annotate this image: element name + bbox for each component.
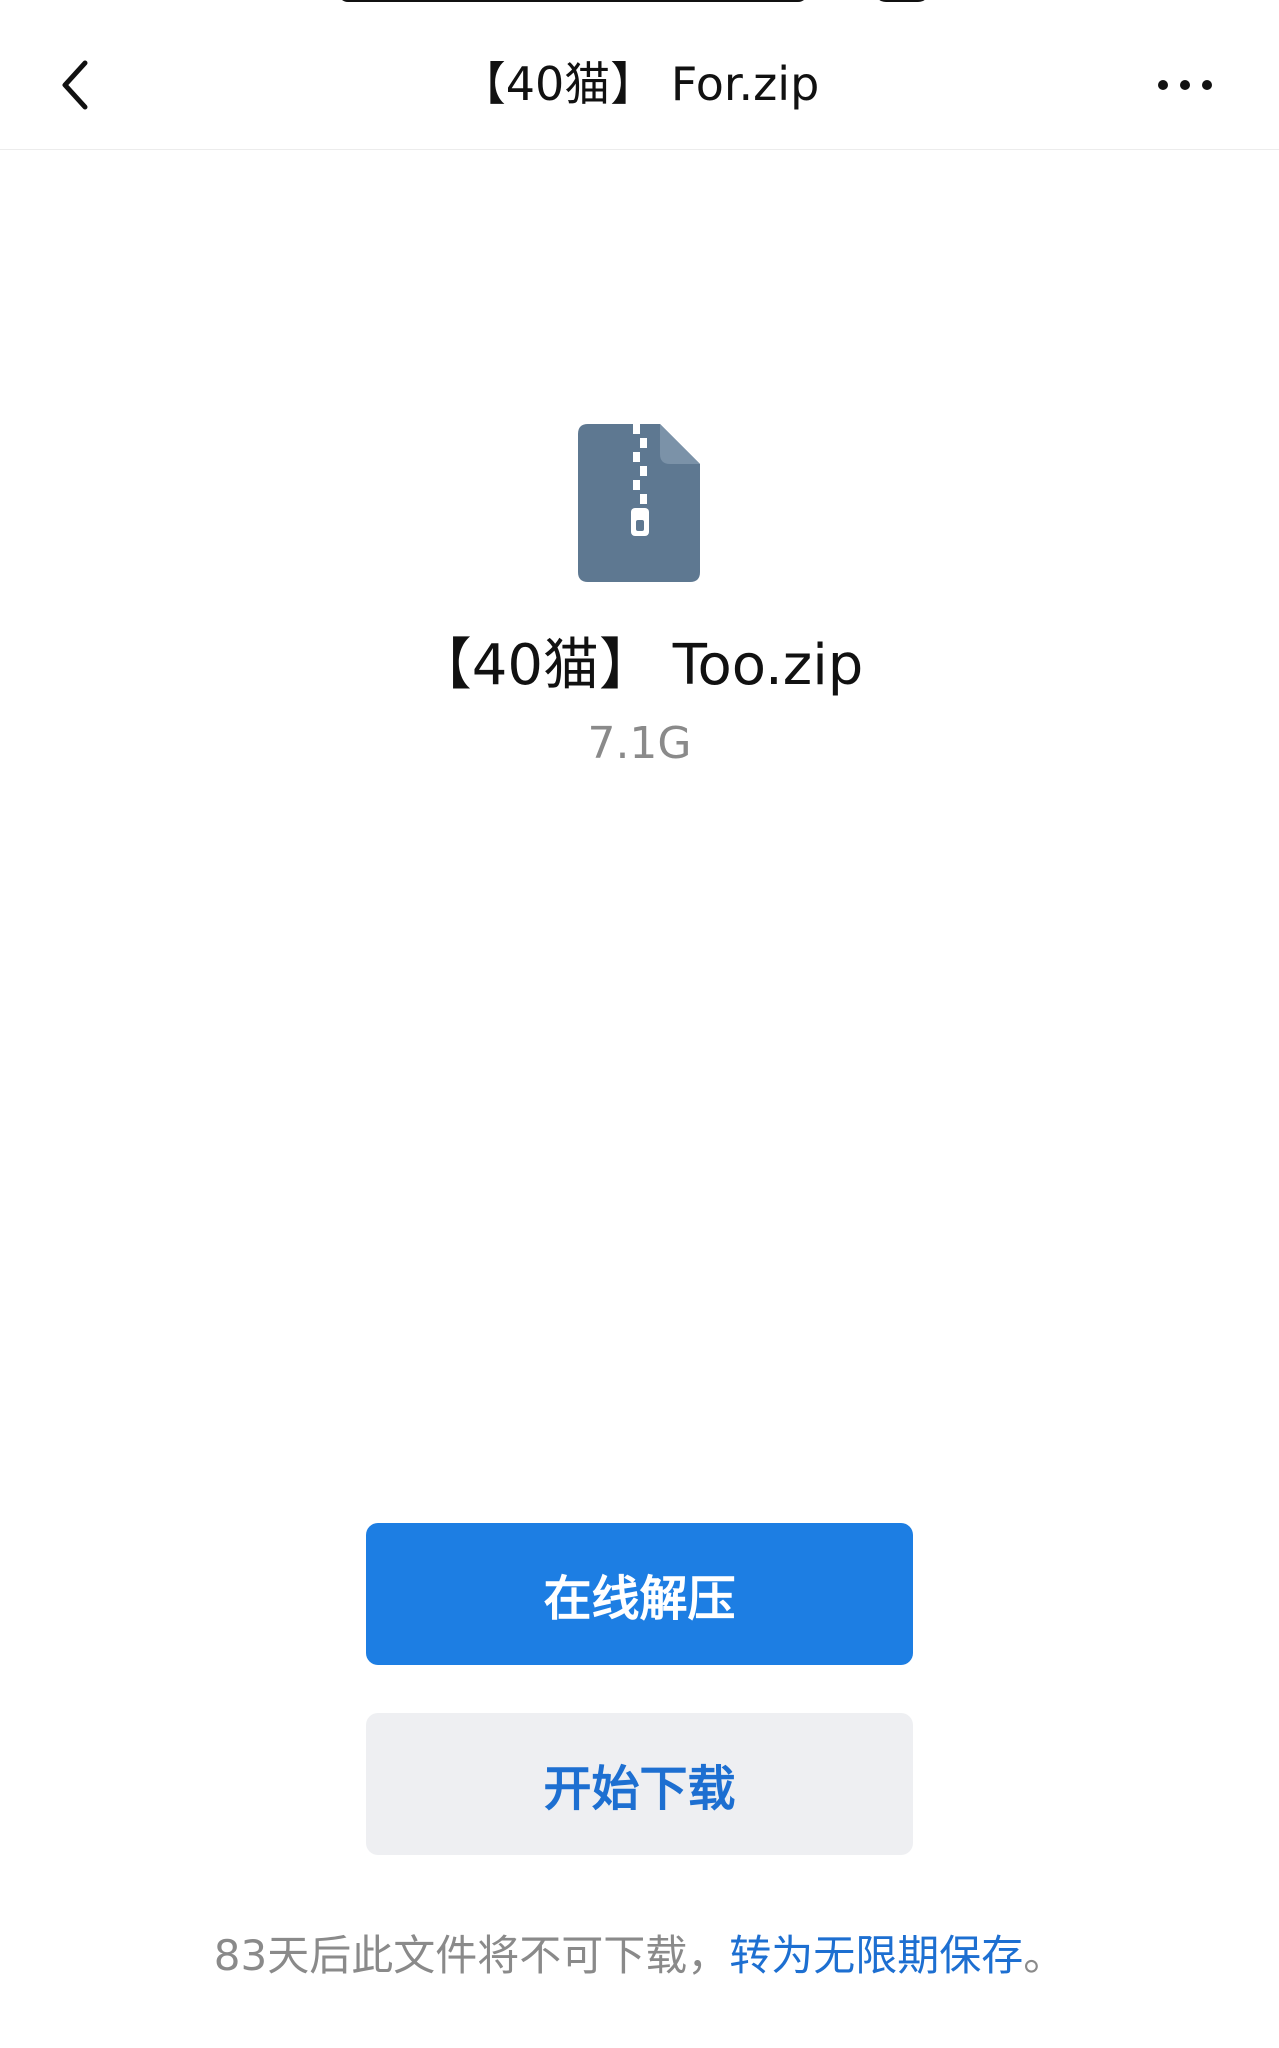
expiry-notice-text: 83天后此文件将不可下载， — [213, 1931, 730, 1980]
more-horizontal-icon — [1158, 80, 1212, 90]
expiry-notice: 83天后此文件将不可下载，转为无限期保存。 — [0, 1926, 1279, 1986]
expiry-notice-period: 。 — [1023, 1931, 1066, 1980]
file-name: 【40猫】 Too.zip — [415, 633, 864, 698]
chevron-left-icon — [62, 60, 88, 110]
start-download-button[interactable]: 开始下载 — [366, 1713, 913, 1855]
file-size: 7.1G — [587, 718, 692, 769]
back-button[interactable] — [40, 45, 110, 125]
more-options-button[interactable] — [1140, 50, 1230, 120]
online-extract-button[interactable]: 在线解压 — [366, 1523, 913, 1665]
save-permanently-link[interactable]: 转为无限期保存 — [729, 1931, 1023, 1980]
navigation-bar: 【40猫】 For.zip — [0, 0, 1279, 150]
zip-file-icon — [578, 424, 700, 582]
page-title: 【40猫】 For.zip — [459, 57, 820, 111]
